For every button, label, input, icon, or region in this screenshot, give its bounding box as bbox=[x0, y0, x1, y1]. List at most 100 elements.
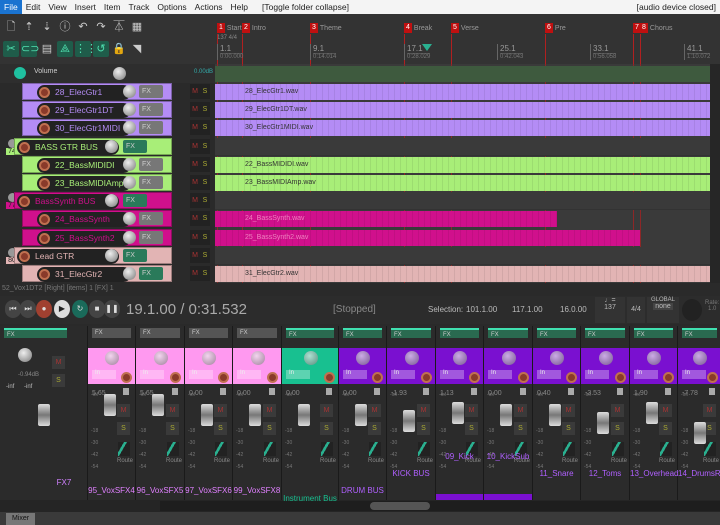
route-label[interactable]: Route bbox=[562, 458, 578, 464]
route-label[interactable]: Route bbox=[166, 458, 182, 464]
strip-name[interactable]: 10_KickSub bbox=[484, 452, 532, 461]
strip-mute-button[interactable]: M bbox=[166, 404, 179, 417]
speaker-icon[interactable] bbox=[665, 388, 671, 395]
route-icon[interactable] bbox=[612, 442, 624, 456]
menu-track[interactable]: Track bbox=[124, 0, 153, 14]
tempo-box[interactable]: ♩= 137 bbox=[595, 297, 625, 323]
input-selector[interactable]: In bbox=[343, 370, 367, 379]
record-arm-button[interactable] bbox=[39, 214, 50, 226]
input-selector[interactable]: In bbox=[237, 370, 261, 379]
solo-button[interactable]: S bbox=[200, 139, 210, 154]
fx-button[interactable]: FX bbox=[139, 176, 163, 189]
strip-record-arm[interactable] bbox=[518, 372, 529, 383]
strip-solo-button[interactable]: S bbox=[417, 422, 430, 435]
strip-solo-button[interactable]: S bbox=[166, 422, 179, 435]
mute-button[interactable]: M bbox=[190, 211, 200, 226]
volume-fader[interactable] bbox=[104, 394, 116, 416]
speaker-icon[interactable] bbox=[374, 388, 380, 395]
loop-icon[interactable]: ⊂⊃ bbox=[21, 41, 39, 57]
strip-fx-button[interactable]: FX bbox=[140, 328, 180, 338]
solo-button[interactable]: S bbox=[200, 120, 210, 135]
volume-knob[interactable] bbox=[123, 230, 136, 244]
strip-name[interactable]: FX7 bbox=[40, 478, 88, 487]
strip-name[interactable]: 97_VoxSFX6 bbox=[185, 486, 232, 495]
selection-end[interactable]: 117.1.00 bbox=[512, 305, 543, 314]
input-selector[interactable]: In bbox=[140, 370, 164, 379]
strip-solo-button[interactable]: S bbox=[263, 422, 276, 435]
pan-knob[interactable] bbox=[404, 351, 419, 365]
grid-lines-icon[interactable]: ⋮⋮ bbox=[75, 41, 97, 57]
time-signature[interactable]: 4/4 bbox=[627, 297, 645, 323]
strip-fx-button[interactable]: FX bbox=[343, 328, 382, 338]
route-label[interactable]: Route bbox=[117, 458, 133, 464]
strip-name[interactable]: 96_VoxSFX5 bbox=[136, 486, 184, 495]
marker-5[interactable]: 5 Verse bbox=[451, 22, 479, 34]
track-row[interactable]: 7128_ElecGtr1FXMS bbox=[0, 83, 215, 101]
selection-start[interactable]: 101.1.00 bbox=[466, 305, 497, 314]
redo-icon[interactable]: ↷ bbox=[93, 19, 109, 35]
speaker-icon[interactable] bbox=[172, 388, 178, 395]
track-row[interactable]: 7623_BassMIDIAmpFXMS bbox=[0, 174, 215, 192]
route-label[interactable]: Route bbox=[703, 458, 719, 464]
strip-solo-button[interactable]: S bbox=[117, 422, 130, 435]
marker-4[interactable]: 4 Break bbox=[404, 22, 432, 34]
open-icon[interactable]: ⇣ bbox=[39, 19, 55, 35]
strip-fx-button[interactable]: FX bbox=[537, 328, 576, 338]
media-item[interactable]: 31_ElecGtr2.wav bbox=[215, 266, 710, 282]
route-label[interactable]: Route bbox=[417, 458, 433, 464]
volume-knob[interactable] bbox=[123, 267, 136, 280]
fx-button[interactable]: FX bbox=[123, 139, 147, 153]
solo-button[interactable]: S bbox=[200, 84, 210, 99]
solo-button[interactable]: S bbox=[200, 211, 210, 226]
strip-fx-button[interactable]: FX bbox=[286, 328, 334, 338]
strip-record-arm[interactable] bbox=[218, 372, 229, 383]
route-icon[interactable] bbox=[418, 442, 430, 456]
strip-fx-button[interactable]: FX bbox=[237, 328, 277, 338]
speaker-icon[interactable] bbox=[269, 388, 275, 395]
volume-fader[interactable] bbox=[452, 402, 464, 424]
track-row[interactable]: 7229_ElecGtr1DTFXMS bbox=[0, 101, 215, 119]
speaker-icon[interactable] bbox=[709, 388, 715, 395]
route-icon[interactable] bbox=[215, 442, 227, 456]
pan-knob[interactable] bbox=[202, 351, 216, 365]
strip-mute-button[interactable]: M bbox=[320, 404, 333, 417]
solo-button[interactable]: S bbox=[200, 248, 210, 263]
record-arm-button[interactable] bbox=[39, 87, 50, 98]
volume-fader[interactable] bbox=[152, 394, 164, 416]
record-arm-button[interactable] bbox=[19, 196, 30, 208]
strip-solo-button[interactable]: S bbox=[562, 422, 575, 435]
pan-knob[interactable] bbox=[303, 351, 318, 365]
mute-button[interactable]: M bbox=[190, 84, 200, 99]
volume-fader[interactable] bbox=[403, 410, 415, 432]
volume-knob[interactable] bbox=[123, 176, 136, 189]
record-arm-button[interactable] bbox=[39, 232, 50, 244]
master-volume-knob[interactable] bbox=[113, 67, 126, 80]
media-item[interactable]: 29_ElecGtr1DT.wav bbox=[215, 102, 710, 119]
strip-mute-button[interactable]: M bbox=[514, 404, 527, 417]
pause-button[interactable]: ❚❚ bbox=[104, 300, 120, 318]
mute-button[interactable]: M bbox=[190, 193, 200, 208]
volume-knob[interactable] bbox=[105, 248, 118, 262]
strip-name[interactable]: 09_Kick bbox=[436, 452, 483, 461]
master-power-icon[interactable] bbox=[14, 67, 26, 79]
marker-6[interactable]: 6 Pre bbox=[545, 22, 566, 34]
menu-actions[interactable]: Actions bbox=[191, 0, 227, 14]
input-selector[interactable]: In bbox=[537, 370, 561, 379]
strip-solo-button[interactable]: S bbox=[214, 422, 227, 435]
input-selector[interactable]: In bbox=[189, 370, 213, 379]
strip-mute-button[interactable]: M bbox=[562, 404, 575, 417]
speaker-icon[interactable] bbox=[568, 388, 574, 395]
media-item[interactable]: 25_BassSynth2.wav bbox=[215, 229, 640, 246]
strip-fx-button[interactable]: FX bbox=[488, 328, 528, 338]
snap-grid-icon[interactable]: ▤ bbox=[39, 41, 55, 57]
track-name-field[interactable]: 24_BassSynth bbox=[37, 212, 131, 228]
pan-knob[interactable] bbox=[453, 351, 467, 365]
mute-button[interactable]: M bbox=[190, 230, 200, 245]
fx-button[interactable]: FX bbox=[139, 212, 163, 226]
mute-button[interactable]: M bbox=[190, 120, 200, 135]
route-label[interactable]: Route bbox=[611, 458, 627, 464]
grid-icon[interactable]: ▦ bbox=[129, 19, 145, 35]
ripple-icon[interactable]: ✂ bbox=[3, 41, 19, 57]
volume-knob[interactable] bbox=[123, 103, 136, 117]
strip-fx-button[interactable]: FX bbox=[682, 328, 717, 338]
